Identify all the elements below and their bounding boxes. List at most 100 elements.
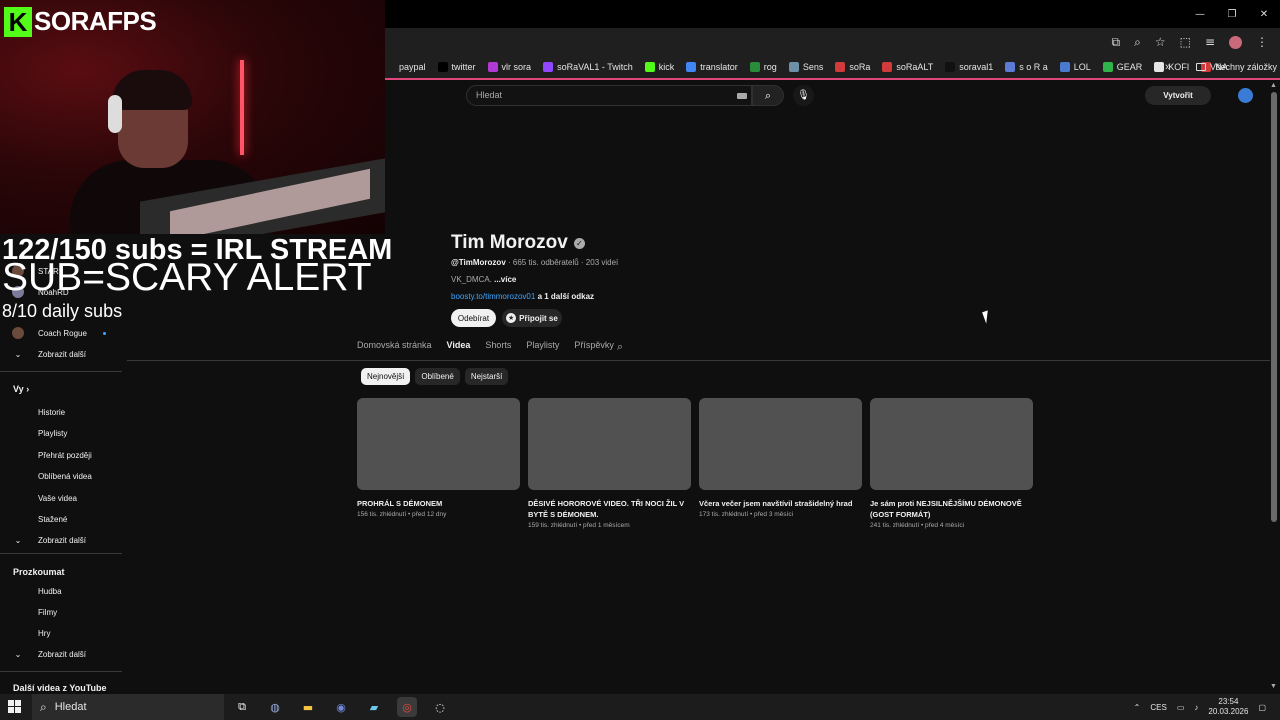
screen: — ❐ ✕ ⧉ ⌕ ☆ ⬚ ≡ ⋮ paypal twitter vlr sora s… [0,0,1280,720]
video-thumbnail[interactable] [699,398,862,490]
sidebar-item[interactable]: Stažené [0,510,122,528]
join-button[interactable]: ★ Připojit se [502,309,562,327]
sidebar-item[interactable]: ⌄ Zobrazit další [0,645,122,663]
video-card[interactable]: Včera večer jsem navštívil strašidelný h… [699,398,862,518]
volume-icon[interactable]: ♪ [1194,703,1198,712]
bookmark-item[interactable]: KOFI [1154,62,1189,72]
discord-icon[interactable]: ◉ [331,697,351,717]
tab-item[interactable]: Příspěvky [574,340,614,360]
more-link[interactable]: ...více [494,275,516,284]
bookmark-item[interactable]: GEAR [1102,62,1142,72]
channel-links[interactable]: boosty.to/timmorozov01 a 1 další odkaz [451,292,594,301]
video-title[interactable]: Je sám proti NEJSILNĚJŠÍMU DÉMONOVĚ (GOS… [870,498,1033,520]
sort-chip[interactable]: Nejstarší [464,368,509,385]
chrome-icon[interactable]: ◎ [397,697,417,717]
bookmark-item[interactable]: paypal [385,62,426,72]
scroll-up-arrow[interactable]: ▲ [1270,82,1277,89]
sidebar-section-you[interactable]: Vy › [13,384,29,394]
install-icon[interactable]: ⧉ [1112,35,1121,50]
tab-item[interactable]: Videa [447,340,471,360]
app-icon[interactable]: ◍ [265,697,285,717]
language-indicator[interactable]: CES [1150,703,1166,712]
video-title[interactable]: DĚSIVÉ HOROROVÉ VIDEO. TŘI NOCI ŽIL V BY… [528,498,691,520]
sidebar-item[interactable]: Playlisty [0,424,122,442]
notifications-icon[interactable]: ▢ [1258,703,1266,712]
bookmark-item[interactable]: soraval1 [945,62,993,72]
headset [108,95,122,133]
sidebar-item[interactable]: Filmy [0,603,122,621]
bookmark-item[interactable]: soRa [835,62,870,72]
chevron-up-icon[interactable]: ⌃ [1134,703,1141,712]
bookmark-item[interactable]: Sens [788,62,823,72]
account-avatar[interactable] [1238,88,1253,103]
video-thumbnail[interactable] [528,398,691,490]
voice-search-button[interactable]: 🎙︎ [793,85,814,106]
scroll-down-arrow[interactable]: ▼ [1270,683,1277,690]
video-card[interactable]: PROHRÁL S DÉMONEM 156 tis. zhlédnutí • př… [357,398,520,518]
restore-button[interactable]: ❐ [1216,0,1248,28]
address-field[interactable] [385,31,1085,53]
extensions-icon[interactable]: ⬚ [1180,35,1191,49]
video-thumbnail[interactable] [357,398,520,490]
task-view-icon[interactable]: ⧉ [232,697,252,717]
bookmark-item[interactable]: translator [686,62,738,72]
bookmark-item[interactable]: vlr sora [487,62,531,72]
search-input[interactable]: Hledat [466,85,752,106]
bookmark-item[interactable]: soRaALT [882,62,933,72]
create-button[interactable]: Vytvořit [1145,86,1211,105]
close-button[interactable]: ✕ [1248,0,1280,28]
video-title[interactable]: Včera večer jsem navštívil strašidelný h… [699,498,862,509]
all-bookmarks-button[interactable]: Všechny záložky [1196,56,1277,78]
zoom-icon[interactable]: ⌕ [1134,35,1141,50]
more-links[interactable]: a 1 další odkaz [535,292,594,301]
bookmark-item[interactable]: rog [749,62,777,72]
bookmarks-more-button[interactable]: » [1165,56,1171,78]
taskbar-search[interactable]: ⌕ Hledat [32,694,224,720]
menu-icon[interactable]: ⋮ [1256,35,1268,49]
sidebar-show-more[interactable]: ⌄ Zobrazit další [0,345,122,363]
sidebar-item[interactable]: Oblíbená videa [0,467,122,485]
file-explorer-icon[interactable]: ▬ [298,697,318,717]
bookmark-item[interactable]: twitter [437,62,476,72]
sidebar-item[interactable]: Hry [0,624,122,642]
channel-link[interactable]: boosty.to/timmorozov01 [451,292,535,301]
media-icon[interactable]: ≡ [1205,35,1215,49]
sidebar-item[interactable]: Přehrát později [0,446,122,464]
video-card[interactable]: DĚSIVÉ HOROROVÉ VIDEO. TŘI NOCI ŽIL V BY… [528,398,691,529]
notes-icon[interactable]: ▰ [364,697,384,717]
sidebar-item[interactable]: Historie [0,403,122,421]
minimize-button[interactable]: — [1184,0,1216,28]
channel-description[interactable]: VK_DMCA. ...více [451,275,516,284]
tab-item[interactable]: Playlisty [526,340,559,360]
bookmark-item[interactable]: s o R a [1005,62,1048,72]
star-icon[interactable]: ☆ [1155,35,1166,49]
channel-title: Tim Morozov [451,232,568,253]
obs-icon[interactable]: ◌ [430,697,450,717]
bookmark-item[interactable]: kick [644,62,674,72]
sidebar-item[interactable]: ⌄ Zobrazit další [0,531,122,549]
bookmark-item[interactable]: soRaVAL1 - Twitch [543,62,633,72]
bookmark-label: KOFI [1168,62,1190,72]
page-scrollbar[interactable] [1271,92,1277,522]
sort-chip[interactable]: Oblíbené [415,368,460,385]
video-card[interactable]: Je sám proti NEJSILNĚJŠÍMU DÉMONOVĚ (GOS… [870,398,1033,529]
keyboard-icon[interactable] [737,93,747,99]
sidebar-item[interactable]: Vaše videa [0,489,122,507]
profile-icon[interactable] [1229,35,1242,49]
bookmark-label: soRaALT [896,62,934,72]
bookmark-favicon-icon [1154,62,1165,72]
bookmark-item[interactable]: LOL [1059,62,1091,72]
tab-item[interactable]: Domovská stránka [357,340,432,360]
clock[interactable]: 23:54 20.03.2026 [1208,697,1248,717]
channel-search-icon[interactable]: ⌕ [617,340,623,354]
monitor-icon[interactable]: ▭ [1177,703,1185,712]
sidebar-item[interactable]: Hudba [0,582,122,600]
sort-chip[interactable]: Nejnovější [361,368,411,385]
start-button[interactable] [8,700,22,714]
tab-item[interactable]: Shorts [485,340,511,360]
subscribe-button[interactable]: Odebírat [451,309,496,327]
search-button[interactable]: ⌕ [752,85,784,106]
video-thumbnail[interactable] [870,398,1033,490]
video-title[interactable]: PROHRÁL S DÉMONEM [357,498,520,509]
sidebar-item-coach-rogue[interactable]: Coach Rogue [0,324,122,342]
